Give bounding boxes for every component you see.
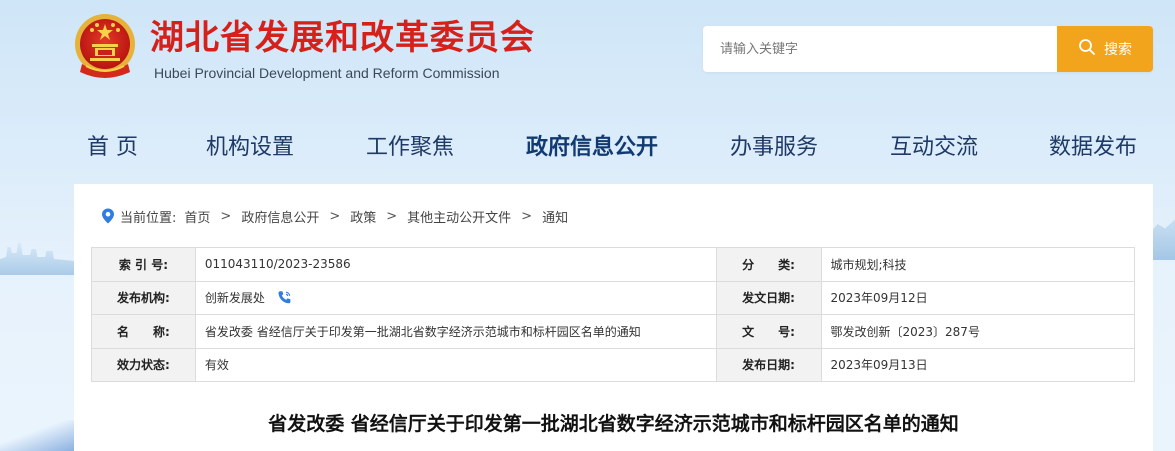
table-row: 发布机构: 创新发展处 发文日期: 2023年09月12日 xyxy=(91,280,1135,315)
issuing-agency-cell: 创新发展处 xyxy=(194,280,717,315)
skyline-decoration-right xyxy=(1150,219,1175,260)
national-emblem-icon xyxy=(72,12,138,82)
document-number-label: 文 号: xyxy=(715,314,822,349)
document-name-label: 名 称: xyxy=(91,314,196,349)
skyline-decoration-left xyxy=(0,243,75,275)
nav-item-organization[interactable]: 机构设置 xyxy=(206,128,294,168)
content-card: 当前位置: 首页 > 政府信息公开 > 政策 > 其他主动公开文件 > 通知 索… xyxy=(74,184,1153,451)
main-nav: 首 页 机构设置 工作聚焦 政府信息公开 办事服务 互动交流 数据发布 xyxy=(0,128,1175,168)
document-number-value: 鄂发改创新〔2023〕287号 xyxy=(820,314,1135,349)
validity-status-value: 有效 xyxy=(194,347,717,382)
nav-item-home[interactable]: 首 页 xyxy=(87,128,138,168)
issue-date-value: 2023年09月12日 xyxy=(820,280,1135,315)
document-name-value: 省发改委 省经信厅关于印发第一批湖北省数字经济示范城市和标杆园区名单的通知 xyxy=(194,314,717,349)
issuing-agency-value: 创新发展处 xyxy=(204,291,265,306)
search-button[interactable]: 搜索 xyxy=(1057,26,1153,72)
document-metadata-table: 索 引 号: 011043110/2023-23586 分 类: 城市规划;科技… xyxy=(91,247,1135,382)
water-decoration xyxy=(0,420,75,451)
category-label: 分 类: xyxy=(715,247,822,282)
nav-item-work-focus[interactable]: 工作聚焦 xyxy=(366,128,454,168)
publish-date-value: 2023年09月13日 xyxy=(820,347,1135,382)
phone-icon[interactable] xyxy=(277,290,292,305)
index-number-label: 索 引 号: xyxy=(91,247,196,282)
search-bar: 搜索 xyxy=(703,26,1153,72)
search-input[interactable] xyxy=(703,26,1057,72)
breadcrumb-notice[interactable]: 通知 xyxy=(542,207,568,226)
nav-item-interaction[interactable]: 互动交流 xyxy=(890,128,978,168)
breadcrumb-separator: > xyxy=(220,208,232,224)
breadcrumb-separator: > xyxy=(329,208,341,224)
location-pin-icon xyxy=(102,208,114,224)
document-title: 省发改委 省经信厅关于印发第一批湖北省数字经济示范城市和标杆园区名单的通知 xyxy=(268,413,959,435)
breadcrumb: 当前位置: 首页 > 政府信息公开 > 政策 > 其他主动公开文件 > 通知 xyxy=(101,206,568,226)
breadcrumb-prefix: 当前位置: xyxy=(120,210,177,226)
issuing-agency-label: 发布机构: xyxy=(91,280,196,315)
breadcrumb-separator: > xyxy=(386,208,398,224)
category-value: 城市规划;科技 xyxy=(820,247,1135,282)
breadcrumb-home[interactable]: 首页 xyxy=(184,207,210,226)
validity-status-label: 效力状态: xyxy=(91,347,196,382)
table-row: 效力状态: 有效 发布日期: 2023年09月13日 xyxy=(91,347,1135,382)
site-subtitle: Hubei Provincial Development and Reform … xyxy=(154,65,500,81)
issue-date-label: 发文日期: xyxy=(715,280,822,315)
table-row: 索 引 号: 011043110/2023-23586 分 类: 城市规划;科技 xyxy=(91,247,1135,282)
search-icon xyxy=(1078,38,1096,60)
breadcrumb-policy[interactable]: 政策 xyxy=(350,207,376,226)
nav-item-data-release[interactable]: 数据发布 xyxy=(1049,128,1137,168)
index-number-value: 011043110/2023-23586 xyxy=(194,247,717,282)
breadcrumb-gov-info[interactable]: 政府信息公开 xyxy=(241,207,319,226)
site-title: 湖北省发展和改革委员会 xyxy=(150,18,535,58)
table-row: 名 称: 省发改委 省经信厅关于印发第一批湖北省数字经济示范城市和标杆园区名单的… xyxy=(91,314,1135,349)
publish-date-label: 发布日期: xyxy=(715,347,822,382)
nav-item-services[interactable]: 办事服务 xyxy=(730,128,818,168)
search-button-label: 搜索 xyxy=(1104,42,1132,58)
nav-item-gov-info-disclosure[interactable]: 政府信息公开 xyxy=(526,128,658,168)
breadcrumb-separator: > xyxy=(521,208,533,224)
breadcrumb-other-docs[interactable]: 其他主动公开文件 xyxy=(407,207,511,226)
